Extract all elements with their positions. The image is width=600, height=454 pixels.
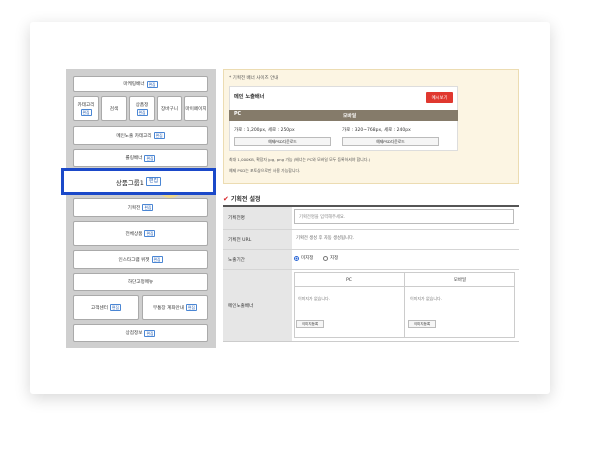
edit-badge[interactable]: 편집 bbox=[153, 132, 165, 139]
pc-no-image-text: 이미지가 없습니다. bbox=[298, 296, 330, 301]
main-banner-label: 메인 노출배너 bbox=[234, 94, 265, 100]
check-icon: ✔ bbox=[223, 194, 229, 203]
block-category[interactable]: 카테고리 편집 bbox=[73, 96, 99, 121]
banner-size-title: * 기획전 배너 사이즈 안내 bbox=[229, 76, 279, 81]
url-auto-text: 기획전 생성 후 자동 생성됩니다. bbox=[296, 236, 355, 241]
edit-badge[interactable]: 편집 bbox=[144, 230, 156, 237]
block-exhibition[interactable]: 기획전 편집 bbox=[73, 198, 208, 217]
radio-specified[interactable]: 지정 bbox=[323, 255, 338, 261]
block-shop-info[interactable]: 상점정보 편집 bbox=[73, 324, 208, 342]
header-divider bbox=[294, 286, 515, 287]
name-label: 기획전명 bbox=[223, 207, 292, 229]
block-search[interactable]: 검색 bbox=[101, 96, 127, 121]
mobile-no-image-text: 이미지가 없습니다. bbox=[410, 296, 442, 301]
block-all-products[interactable]: 전체상품 편집 bbox=[73, 221, 208, 246]
size-header-bar: PC 모바일 bbox=[229, 110, 458, 121]
mobile-size-text: 가로 : 320~768px, 세로 : 240px bbox=[342, 128, 411, 133]
banner-label: 메인노출배너 bbox=[223, 270, 292, 341]
block-top-banner[interactable]: 마케팅배너 편집 bbox=[73, 76, 208, 92]
period-label: 노출기간 bbox=[223, 250, 292, 269]
url-label: 기획전 URL bbox=[223, 230, 292, 249]
edit-badge[interactable]: 편집 bbox=[186, 304, 198, 311]
radio-unlimited[interactable]: 미지정 bbox=[294, 255, 313, 261]
block-product-group-selected[interactable]: 상품그룹1 편집 bbox=[61, 168, 216, 195]
example-view-button[interactable]: 예시보기 bbox=[426, 92, 453, 103]
section-title: ✔ 기획전 설정 bbox=[223, 194, 261, 204]
mobile-column-header: 모바일 bbox=[453, 278, 467, 283]
edit-badge[interactable]: 편집 bbox=[145, 177, 162, 186]
block-mypage[interactable]: 마이페이지 bbox=[184, 96, 208, 121]
mobile-header: 모바일 bbox=[343, 114, 357, 119]
pc-psd-download-button[interactable]: 예제PSD다운로드 bbox=[234, 137, 331, 146]
edit-badge[interactable]: 편집 bbox=[80, 108, 92, 116]
block-main-category[interactable]: 메인노출 카테고리 편집 bbox=[73, 126, 208, 145]
block-cart[interactable]: 장바구니 bbox=[157, 96, 182, 121]
mobile-image-register-button[interactable]: 이미지등록 bbox=[408, 320, 436, 328]
edit-badge[interactable]: 편집 bbox=[151, 256, 163, 263]
edit-badge[interactable]: 편집 bbox=[144, 154, 156, 162]
edit-badge[interactable]: 편집 bbox=[109, 304, 121, 311]
pc-size-text: 가로 : 1,200px, 세로 : 250px bbox=[234, 128, 295, 133]
edit-badge[interactable]: 편집 bbox=[146, 80, 158, 88]
edit-badge[interactable]: 편집 bbox=[144, 329, 156, 337]
block-bank-info[interactable]: 무통장 계좌안내 편집 bbox=[142, 295, 208, 320]
block-instagram[interactable]: 인스타그램 위젯 편집 bbox=[73, 250, 208, 269]
psd-note: 예제 PSD는 포토샵으로만 사용 가능합니다. bbox=[229, 168, 301, 173]
block-bottom-menu[interactable]: 하단고정메뉴 bbox=[73, 273, 208, 291]
radio-selected-icon bbox=[294, 255, 299, 261]
mobile-psd-download-button[interactable]: 예제PSD다운로드 bbox=[342, 137, 439, 146]
block-product-info[interactable]: 상품정 편집 bbox=[129, 96, 155, 121]
radio-empty-icon bbox=[323, 255, 328, 261]
block-popup-banner[interactable]: 롤링배너 편집 bbox=[73, 149, 208, 167]
edit-badge[interactable]: 편집 bbox=[136, 108, 148, 116]
block-customer-center[interactable]: 고객센터 편집 bbox=[73, 295, 139, 320]
edit-badge[interactable]: 편집 bbox=[142, 204, 154, 211]
pc-header: PC bbox=[234, 112, 242, 117]
pc-column-header: PC bbox=[346, 277, 352, 283]
exhibition-name-input[interactable]: 기획전명을 입력해주세요. bbox=[294, 209, 514, 224]
pc-image-register-button[interactable]: 이미지등록 bbox=[296, 320, 324, 328]
upload-note: 최대 1,000KB, 확장자 jpg, png 가능 (배너는 PC와 모바일… bbox=[229, 157, 371, 162]
